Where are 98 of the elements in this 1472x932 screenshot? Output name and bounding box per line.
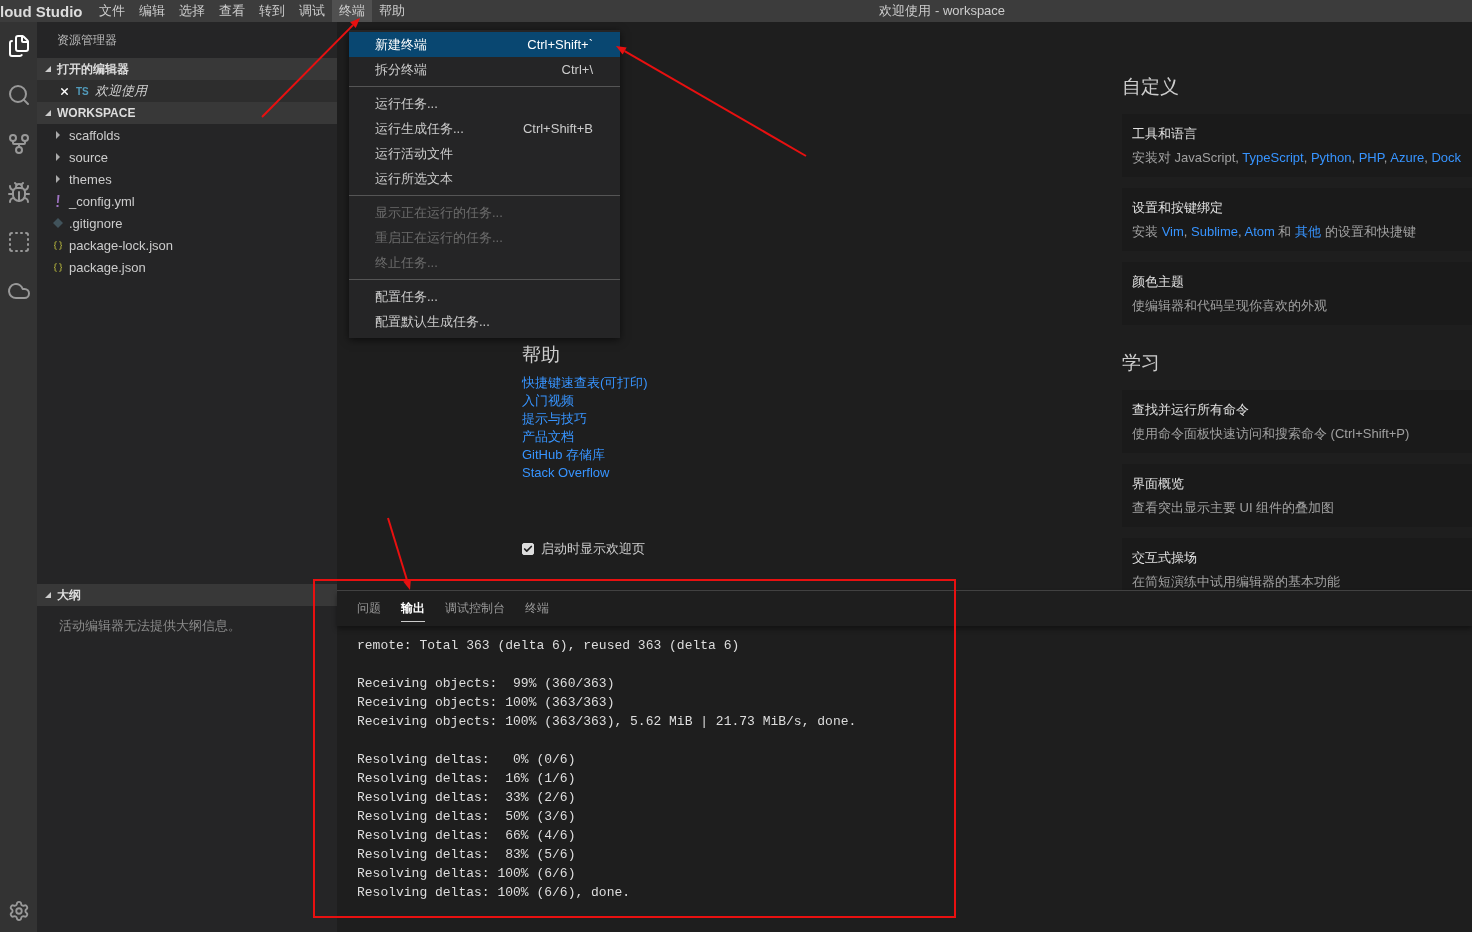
output-line: Resolving deltas: 100% (6/6), done.: [357, 884, 632, 902]
menu-option[interactable]: 运行活动文件: [349, 141, 620, 166]
tree-item[interactable]: package-lock.json: [69, 237, 174, 253]
menu-item[interactable]: 调试: [292, 0, 333, 22]
help-link[interactable]: 提示与技巧: [522, 410, 587, 428]
output-line: Resolving deltas: 83% (5/6): [357, 846, 577, 864]
output-line: Receiving objects: 100% (363/363), 5.62 MiB | 21.73 MiB/s, done.: [357, 713, 858, 731]
exclamation-icon: [56, 195, 60, 207]
card-description: 在简短演练中试用编辑器的基本功能: [1132, 573, 1341, 590]
section-header[interactable]: WORKSPACE: [37, 102, 337, 124]
menu-option[interactable]: 运行任务...: [349, 91, 620, 116]
menu-item[interactable]: 转到: [252, 0, 293, 22]
welcome-card[interactable]: 颜色主题 使编辑器和代码呈现你喜欢的外观: [1122, 262, 1472, 325]
chevron-icon[interactable]: [56, 131, 60, 139]
output-line: Resolving deltas: 0% (0/6): [357, 751, 577, 769]
output-line: remote: Total 363 (delta 6), reused 363 (delta 6): [357, 637, 741, 655]
welcome-card[interactable]: 工具和语言 安装对 JavaScript, TypeScript, Python, PHP, Azure, Dock: [1122, 114, 1472, 177]
tree-item[interactable]: _config.yml: [69, 193, 135, 209]
menu-option[interactable]: 运行生成任务... Ctrl+Shift+B: [349, 116, 620, 141]
card-description: 安装 Vim, Sublime, Atom 和 其他 的设置和快捷键: [1132, 223, 1417, 241]
section-title: 学习: [1122, 351, 1161, 375]
menu-option[interactable]: 拆分终端 Ctrl+\: [349, 57, 620, 82]
link[interactable]: 其他: [1295, 224, 1322, 239]
tree-item[interactable]: .gitignore: [69, 215, 123, 231]
menu-option[interactable]: 新建终端 Ctrl+Shift+`: [349, 32, 620, 57]
help-link[interactable]: 入门视频: [522, 392, 574, 410]
checkbox[interactable]: [522, 543, 534, 555]
tree-item[interactable]: themes: [69, 171, 112, 187]
section-header[interactable]: 大纲: [37, 584, 337, 606]
menu-item[interactable]: 帮助: [372, 0, 413, 22]
menu-item[interactable]: 编辑: [132, 0, 173, 22]
link[interactable]: PHP: [1358, 150, 1384, 165]
menu-item[interactable]: 选择: [172, 0, 213, 22]
bug-icon[interactable]: [6, 181, 31, 205]
card-description: 使用命令面板快速访问和搜索命令 (Ctrl+Shift+P): [1132, 425, 1411, 443]
output-line: Resolving deltas: 33% (2/6): [357, 789, 577, 807]
link[interactable]: Dock: [1431, 150, 1462, 165]
close-icon[interactable]: [59, 85, 70, 97]
section-title: 自定义: [1122, 75, 1180, 99]
files-icon[interactable]: [6, 34, 31, 58]
panel-tab[interactable]: 输出: [401, 595, 425, 622]
tree-item[interactable]: source: [69, 149, 109, 165]
menu-item[interactable]: 终端: [332, 0, 373, 22]
output-line: Resolving deltas: 50% (3/6): [357, 808, 577, 826]
welcome-card[interactable]: 查找并运行所有命令 使用命令面板快速访问和搜索命令 (Ctrl+Shift+P): [1122, 390, 1472, 453]
card-title: 交互式操场: [1132, 549, 1198, 567]
square-icon[interactable]: [6, 230, 31, 254]
panel-tab[interactable]: 终端: [525, 595, 549, 622]
menu-item[interactable]: 查看: [212, 0, 253, 22]
section-header[interactable]: 打开的编辑器: [37, 58, 337, 80]
output-line: Resolving deltas: 100% (6/6): [357, 865, 577, 883]
braces-icon: [53, 261, 63, 273]
card-description: 查看突出显示主要 UI 组件的叠加图: [1132, 499, 1336, 517]
welcome-card[interactable]: 设置和按键绑定 安装 Vim, Sublime, Atom 和 其他 的设置和快捷键: [1122, 188, 1472, 251]
output-line: Receiving objects: 100% (363/363): [357, 694, 616, 712]
sidebar-title: 资源管理器: [56, 31, 118, 49]
window-title: 欢迎使用 - workspace: [878, 2, 1007, 20]
card-title: 工具和语言: [1132, 125, 1198, 143]
link[interactable]: TypeScript: [1242, 150, 1304, 165]
diamond-icon: [53, 218, 63, 228]
menu-option[interactable]: 配置任务...: [349, 284, 620, 309]
outline-message: 活动编辑器无法提供大纲信息。: [58, 617, 242, 635]
menu-option[interactable]: 运行所选文本: [349, 166, 620, 191]
card-description: 安装对 JavaScript, TypeScript, Python, PHP, Azure, Dock: [1132, 149, 1463, 167]
output-line: Resolving deltas: 66% (4/6): [357, 827, 577, 845]
chevron-icon[interactable]: [56, 153, 60, 161]
settings-icon[interactable]: [7, 900, 30, 922]
help-link[interactable]: Stack Overflow: [522, 464, 610, 482]
braces-icon: [53, 239, 63, 251]
card-description: 使编辑器和代码呈现你喜欢的外观: [1132, 297, 1328, 315]
branch-icon[interactable]: [6, 132, 31, 156]
search-icon[interactable]: [6, 83, 31, 107]
checkbox-label: 启动时显示欢迎页: [541, 540, 645, 558]
menu-option[interactable]: 配置默认生成任务...: [349, 309, 620, 334]
card-title: 颜色主题: [1132, 273, 1185, 291]
menu-item[interactable]: 文件: [92, 0, 133, 22]
output-line: Resolving deltas: 16% (1/6): [357, 770, 577, 788]
help-link[interactable]: GitHub 存储库: [522, 446, 606, 464]
output-line: Receiving objects: 99% (360/363): [357, 675, 616, 693]
panel-tab[interactable]: 问题: [357, 595, 381, 622]
app-name: loud Studio: [0, 2, 84, 20]
tree-item[interactable]: package.json: [69, 259, 146, 275]
link[interactable]: Vim: [1161, 224, 1184, 239]
welcome-card[interactable]: 界面概览 查看突出显示主要 UI 组件的叠加图: [1122, 464, 1472, 527]
chevron-icon[interactable]: [56, 175, 60, 183]
link[interactable]: Atom: [1244, 224, 1275, 239]
tree-item[interactable]: scaffolds: [69, 127, 121, 143]
section-title: 帮助: [522, 343, 561, 367]
card-title: 界面概览: [1132, 475, 1185, 493]
file-type-label: TS: [76, 85, 89, 97]
card-title: 设置和按键绑定: [1132, 199, 1224, 217]
open-editor-item[interactable]: 欢迎使用: [94, 82, 147, 100]
panel-tab[interactable]: 调试控制台: [445, 595, 505, 622]
card-title: 查找并运行所有命令: [1132, 401, 1250, 419]
link[interactable]: Sublime: [1191, 224, 1238, 239]
welcome-card[interactable]: 交互式操场 在简短演练中试用编辑器的基本功能: [1122, 538, 1472, 590]
help-link[interactable]: 产品文档: [522, 428, 574, 446]
help-link[interactable]: 快捷键速查表(可打印): [522, 374, 648, 392]
